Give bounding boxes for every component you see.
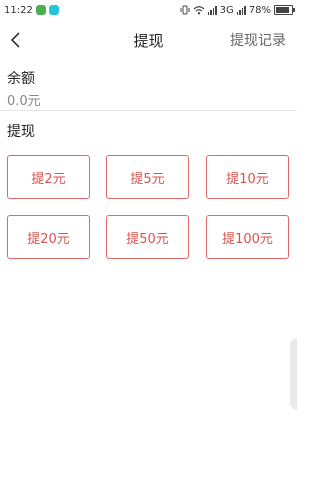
withdraw-option-10[interactable]: 提10元 bbox=[206, 155, 289, 199]
status-bar: 11:22 3G 78% bbox=[0, 0, 297, 20]
floating-edge-handle[interactable] bbox=[290, 338, 297, 410]
battery-percent: 78% bbox=[248, 4, 271, 16]
status-time: 11:22 bbox=[4, 4, 33, 16]
battery-icon bbox=[274, 5, 295, 15]
balance-value: 0.0元 bbox=[7, 94, 41, 109]
withdraw-record-link[interactable]: 提现记录 bbox=[230, 30, 286, 50]
divider bbox=[0, 110, 297, 111]
withdraw-option-100[interactable]: 提100元 bbox=[206, 215, 289, 259]
withdraw-option-2[interactable]: 提2元 bbox=[7, 155, 90, 199]
withdraw-option-20[interactable]: 提20元 bbox=[7, 215, 90, 259]
vibrate-icon bbox=[180, 5, 190, 15]
withdraw-section-label: 提现 bbox=[7, 124, 35, 140]
withdraw-option-5[interactable]: 提5元 bbox=[106, 155, 189, 199]
app-notification-icon-2 bbox=[48, 5, 59, 15]
signal-icon-2 bbox=[236, 5, 246, 15]
signal-icon bbox=[207, 5, 217, 15]
withdraw-option-50[interactable]: 提50元 bbox=[106, 215, 189, 259]
wifi-icon bbox=[193, 6, 205, 15]
header-bar: 提现 提现记录 bbox=[0, 20, 297, 60]
network-type: 3G bbox=[219, 4, 234, 16]
balance-label: 余额 bbox=[7, 71, 35, 87]
app-notification-icon bbox=[35, 5, 46, 15]
